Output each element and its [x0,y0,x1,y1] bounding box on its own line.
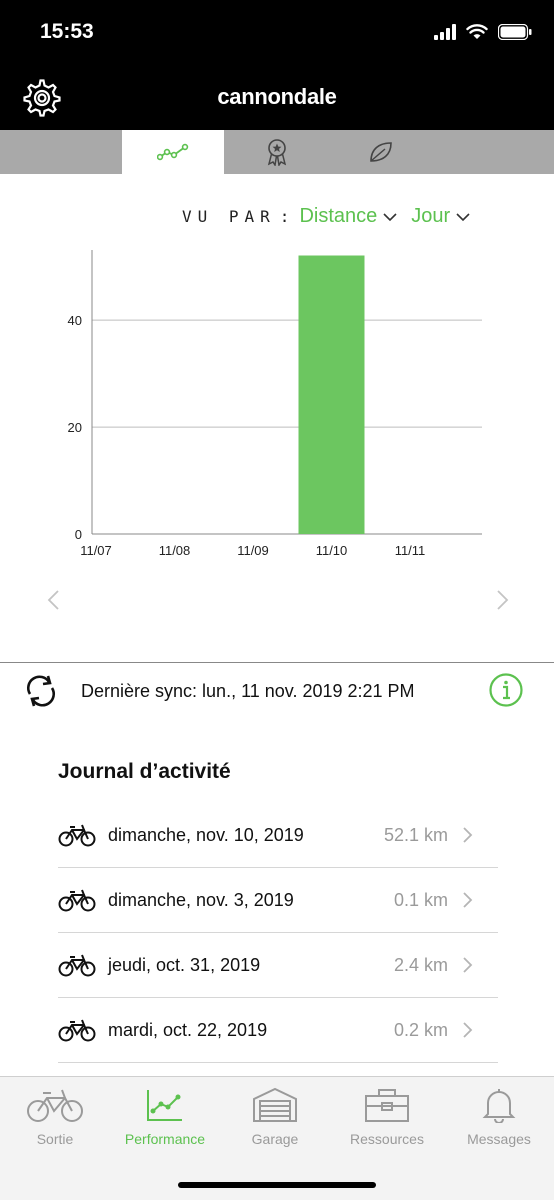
y-tick-label: 0 [75,527,82,542]
nav-ressources[interactable]: Ressources [332,1085,442,1147]
activity-row[interactable]: jeudi, oct. 31, 2019 2.4 km [58,933,498,998]
activity-distance: 0.1 km [393,889,448,910]
bike-icon [27,1089,83,1122]
activity-date: dimanche, nov. 10, 2019 [108,824,304,845]
metric-dropdown[interactable]: Distance [299,205,397,228]
chevron-right-icon [463,957,473,973]
battery-icon [498,24,532,40]
wifi-icon [466,24,488,39]
tab-eco[interactable] [330,130,432,174]
nav-performance[interactable]: Performance [110,1085,220,1147]
distance-bar-chart: 0 20 40 11/07 11/08 11/09 11/10 11/11 [68,250,482,558]
x-tick-label: 11/08 [159,543,191,558]
nav-sortie[interactable]: Sortie [0,1085,110,1147]
y-tick-label: 20 [68,420,82,435]
nav-label: Messages [467,1131,531,1147]
activity-row[interactable]: dimanche, nov. 10, 2019 52.1 km [58,803,498,868]
chevron-right-icon [497,590,509,610]
period-dropdown[interactable]: Jour [411,205,470,228]
x-tick-label: 11/11 [395,543,426,558]
chevron-left-icon [47,590,59,610]
garage-icon [253,1087,297,1122]
bike-icon [58,889,96,912]
activity-date: mardi, oct. 22, 2019 [108,1019,268,1040]
signal-icon [434,24,456,40]
bottom-tab-bar: Sortie Performance Garage Ressources Mes… [0,1076,554,1200]
activity-date: dimanche, nov. 3, 2019 [108,889,294,910]
activity-distance: 2.4 km [393,954,448,975]
brand-logo: cannondale [217,84,337,109]
bell-icon [482,1089,516,1123]
sync-row: Dernière sync: lun., 11 nov. 2019 2:21 P… [0,670,554,714]
sync-button[interactable] [22,672,60,710]
leaf-icon [370,142,392,162]
performance-tabs [0,130,554,174]
app-header: cannondale [0,70,554,130]
period-value: Jour [411,205,451,227]
chevron-right-icon [463,827,473,843]
x-tick-label: 11/10 [316,543,348,558]
chevron-down-icon [383,213,397,222]
status-bar: 15:53 [0,0,554,70]
chart-prev-button[interactable] [44,588,64,612]
sync-icon [27,675,55,707]
home-indicator [178,1182,376,1188]
activity-distance: 0.2 km [393,1019,448,1040]
nav-label: Performance [124,1131,206,1147]
bike-icon [58,1019,96,1042]
bar [298,255,365,534]
nav-label: Sortie [36,1131,74,1147]
y-tick-label: 40 [68,313,82,328]
view-by-selector: VU PAR : Distance Jour [182,205,484,233]
activity-date: jeudi, oct. 31, 2019 [108,954,261,975]
x-tick-label: 11/07 [80,543,112,558]
info-button[interactable] [488,672,524,708]
divider [0,662,554,663]
chevron-right-icon [463,892,473,908]
toolbox-icon [365,1089,409,1122]
view-by-label: VU PAR [182,207,276,226]
view-by-colon: : [279,207,290,226]
activity-distance: 52.1 km [383,824,448,845]
activity-row[interactable]: dimanche, nov. 3, 2019 0.1 km [58,868,498,933]
bike-icon [58,824,96,847]
journal-title: Journal d’activité [58,760,231,783]
chart-next-button[interactable] [492,588,512,612]
status-icons [434,24,532,40]
nav-label: Garage [251,1131,299,1147]
bike-icon [58,954,96,977]
status-time: 15:53 [40,20,94,43]
award-ribbon-icon [267,139,287,166]
x-tick-label: 11/09 [237,543,269,558]
nav-garage[interactable]: Garage [220,1085,330,1147]
nav-label: Ressources [350,1131,424,1147]
chart-icon [147,1090,182,1121]
trend-line-icon [157,143,189,161]
metric-value: Distance [299,205,378,227]
activity-list: dimanche, nov. 10, 2019 52.1 km dimanche… [58,803,498,1063]
nav-messages[interactable]: Messages [444,1085,554,1147]
info-icon [489,673,523,707]
last-sync-text: Dernière sync: lun., 11 nov. 2019 2:21 P… [81,681,415,701]
activity-row[interactable]: mardi, oct. 22, 2019 0.2 km [58,998,498,1063]
tab-trend[interactable] [122,130,224,174]
tab-awards[interactable] [226,130,328,174]
chevron-down-icon [456,213,470,222]
chevron-right-icon [463,1022,473,1038]
